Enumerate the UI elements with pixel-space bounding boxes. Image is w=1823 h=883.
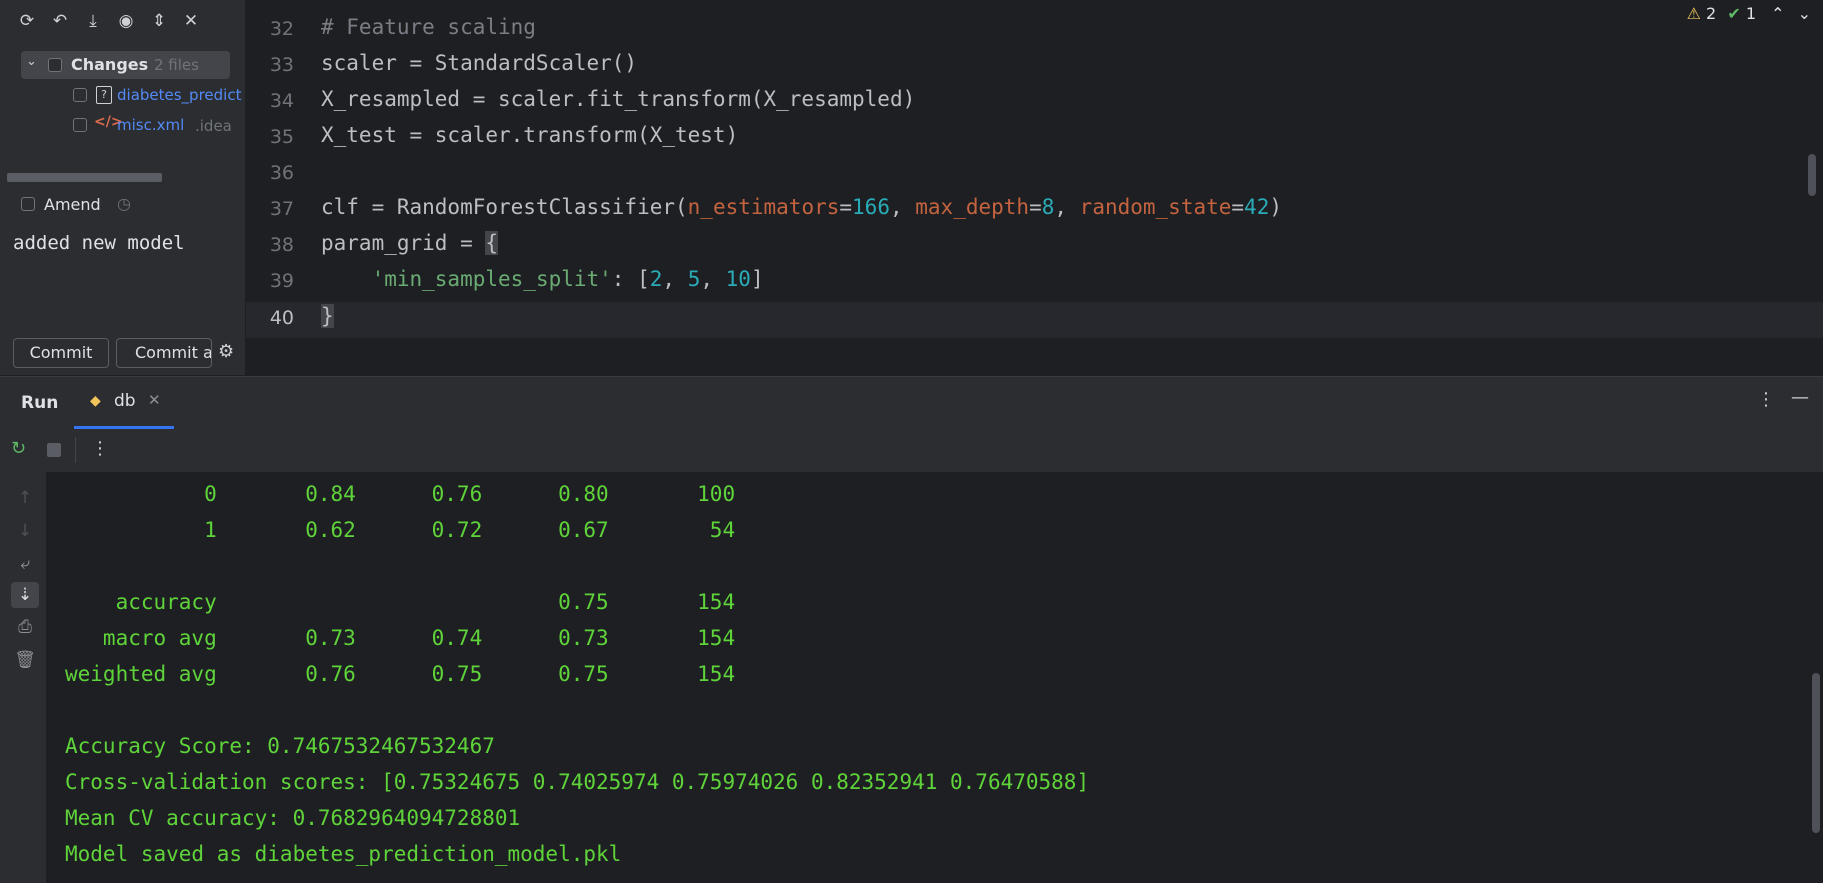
run-toolbar: ↻ ⋮: [0, 429, 1823, 473]
code-line: # Feature scaling: [321, 15, 536, 39]
code-line: }: [321, 304, 334, 328]
commit-panel: ⟳ ↶ ⤓ ◉ ⇕ ✕ ⌄ Changes 2 files ? diabetes…: [0, 0, 246, 375]
expand-collapse-icon[interactable]: ⇕: [148, 10, 170, 32]
console-line: macro avg 0.73 0.74 0.73 154: [65, 626, 736, 650]
warning-icon: ⚠: [1686, 4, 1701, 23]
question-file-icon: ?: [96, 86, 112, 104]
rerun-icon[interactable]: ↻: [11, 438, 26, 459]
soft-wrap-icon[interactable]: ⤶: [11, 551, 39, 577]
horizontal-scrollbar[interactable]: [7, 173, 162, 182]
chevron-down-icon[interactable]: ⌄: [26, 54, 37, 69]
console-line: accuracy 0.75 154: [65, 590, 736, 614]
console-line: Accuracy Score: 0.7467532467532467: [65, 734, 495, 758]
python-icon: ◆: [90, 393, 101, 409]
run-tool-header: ⋮ —: [0, 376, 1823, 429]
line-number: 34: [269, 90, 294, 112]
more-options-icon[interactable]: ⋮: [1757, 389, 1775, 410]
line-number: 36: [269, 162, 294, 184]
tab-label: db: [114, 391, 136, 411]
code-line: 'min_samples_split': [2, 5, 10]: [371, 267, 764, 291]
arrow-down-icon[interactable]: ↓: [11, 518, 39, 544]
chevron-up-icon[interactable]: ⌃: [1771, 4, 1784, 23]
more-options-icon[interactable]: ⋮: [91, 438, 109, 459]
commit-and-push-button[interactable]: Commit and Push...: [116, 338, 212, 368]
console-line: Cross-validation scores: [0.75324675 0.7…: [65, 770, 1090, 794]
chevron-down-icon[interactable]: ⌄: [1798, 4, 1811, 23]
file-name[interactable]: misc.xml: [117, 116, 184, 134]
run-window-title[interactable]: Run: [21, 393, 58, 413]
code-line: clf = RandomForestClassifier(n_estimator…: [321, 195, 1282, 219]
inspections-widget[interactable]: ⚠ 2 ✔ 1 ⌃ ⌄: [1687, 4, 1811, 23]
changes-node[interactable]: ⌄ Changes 2 files: [21, 51, 230, 79]
changes-checkbox[interactable]: [48, 58, 62, 72]
code-line: param_grid = {: [321, 231, 499, 255]
print-icon[interactable]: ⎙: [11, 614, 39, 640]
line-number: 37: [269, 198, 294, 220]
toolbar-divider: [75, 437, 76, 463]
commit-message-input[interactable]: added new model: [13, 232, 185, 254]
console-side-toolbar: ↑ ↓ ⤶ ⇣ ⎙ 🗑: [0, 472, 47, 883]
code-line: X_resampled = scaler.fit_transform(X_res…: [321, 87, 916, 111]
line-number: 32: [269, 18, 294, 40]
line-number: 40: [269, 307, 294, 329]
console-line: weighted avg 0.76 0.75 0.75 154: [65, 662, 736, 686]
warning-count: 2: [1706, 4, 1717, 23]
amend-checkbox[interactable]: [21, 197, 35, 211]
line-number: 39: [269, 270, 294, 292]
file-row[interactable]: ? diabetes_predict: [0, 82, 245, 110]
clock-icon[interactable]: ◷: [117, 194, 131, 213]
gear-icon[interactable]: ⚙: [218, 341, 234, 362]
code-line: scaler = StandardScaler(): [321, 51, 638, 75]
refresh-icon[interactable]: ⟳: [16, 10, 38, 32]
changes-count: 2 files: [154, 56, 199, 74]
minimize-icon[interactable]: —: [1791, 387, 1809, 408]
close-icon[interactable]: ✕: [148, 391, 161, 409]
amend-label[interactable]: Amend: [44, 195, 101, 214]
line-number: 33: [269, 54, 294, 76]
file-checkbox[interactable]: [73, 88, 87, 102]
console-line: Mean CV accuracy: 0.7682964094728801: [65, 806, 521, 830]
file-dir: .idea: [195, 117, 232, 135]
current-line-highlight: [246, 302, 1823, 338]
editor-scrollbar[interactable]: [1808, 154, 1816, 196]
file-checkbox[interactable]: [73, 118, 87, 132]
tab-db[interactable]: ◆ db ✕: [74, 376, 174, 429]
line-number: 38: [269, 234, 294, 256]
arrow-up-icon[interactable]: ↑: [11, 485, 39, 511]
shelve-icon[interactable]: ⤓: [82, 10, 104, 32]
console-scrollbar[interactable]: [1812, 673, 1820, 833]
code-line: X_test = scaler.transform(X_test): [321, 123, 739, 147]
file-name[interactable]: diabetes_predict: [117, 86, 241, 104]
stop-icon[interactable]: [47, 443, 61, 457]
eye-icon[interactable]: ◉: [115, 10, 137, 32]
ok-count: 1: [1745, 4, 1756, 23]
console-line: 0 0.84 0.76 0.80 100: [65, 482, 736, 506]
check-icon: ✔: [1727, 4, 1741, 23]
line-number: 35: [269, 126, 294, 148]
file-row[interactable]: </> misc.xml .idea: [0, 112, 245, 140]
scroll-to-end-icon[interactable]: ⇣: [11, 582, 39, 608]
console-line: Model saved as diabetes_prediction_model…: [65, 842, 622, 866]
console-output[interactable]: 0 0.84 0.76 0.80 100 1 0.62 0.72 0.67 54…: [47, 472, 1823, 883]
changes-label: Changes: [71, 55, 149, 74]
console-line: 1 0.62 0.72 0.67 54: [65, 518, 736, 542]
rollback-icon[interactable]: ↶: [49, 10, 71, 32]
commit-button[interactable]: Commit: [13, 338, 109, 368]
close-icon[interactable]: ✕: [180, 10, 202, 32]
trash-icon[interactable]: 🗑: [11, 647, 39, 673]
amend-row: Amend ◷: [0, 190, 245, 220]
code-editor[interactable]: 31 32 33 34 35 36 37 38 39 40 # Feature …: [246, 0, 1823, 345]
